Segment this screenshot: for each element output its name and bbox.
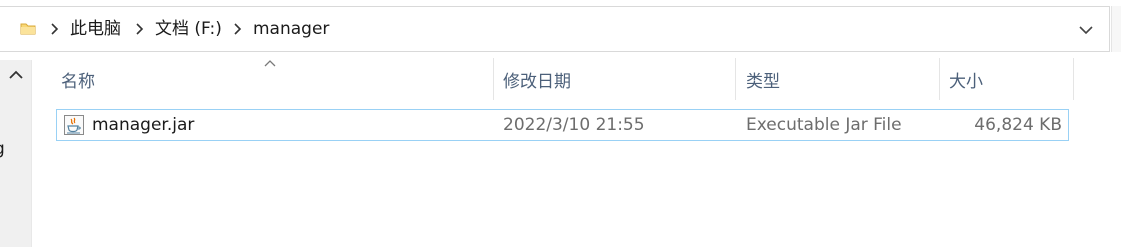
column-header-row: 名称 修改日期 类型 大小: [44, 58, 1084, 102]
java-jar-icon: [64, 115, 84, 135]
chevron-down-icon[interactable]: [1077, 21, 1095, 39]
file-date-modified: 2022/3/10 21:55: [503, 115, 645, 135]
column-header-name[interactable]: 名称: [61, 67, 95, 92]
chevron-right-icon[interactable]: [133, 21, 147, 37]
address-bar[interactable]: 此电脑 文档 (F:) manager: [0, 6, 1110, 52]
search-box-edge[interactable]: [1111, 6, 1121, 52]
breadcrumb-manager[interactable]: manager: [253, 18, 329, 40]
column-header-size[interactable]: 大小: [949, 67, 983, 92]
column-divider[interactable]: [735, 58, 736, 100]
chevron-up-icon[interactable]: [7, 68, 25, 82]
column-divider[interactable]: [1073, 58, 1074, 100]
file-size: 46,824 KB: [974, 115, 1062, 135]
sort-ascending-icon: [264, 60, 276, 67]
nav-item-partial[interactable]: g: [0, 139, 5, 159]
folder-icon: [20, 23, 36, 35]
column-divider[interactable]: [493, 58, 494, 100]
column-header-type[interactable]: 类型: [746, 67, 780, 92]
file-list-row[interactable]: manager.jar 2022/3/10 21:55 Executable J…: [56, 109, 1069, 141]
chevron-right-icon[interactable]: [48, 21, 62, 37]
file-type: Executable Jar File: [746, 115, 902, 135]
breadcrumb-drive-f[interactable]: 文档 (F:): [155, 18, 222, 40]
column-divider[interactable]: [939, 58, 940, 100]
column-header-date-modified[interactable]: 修改日期: [503, 67, 571, 92]
chevron-right-icon[interactable]: [231, 21, 245, 37]
breadcrumb-this-pc[interactable]: 此电脑: [70, 18, 121, 40]
file-name[interactable]: manager.jar: [92, 114, 194, 136]
nav-pane-scrollbar[interactable]: [0, 60, 32, 247]
